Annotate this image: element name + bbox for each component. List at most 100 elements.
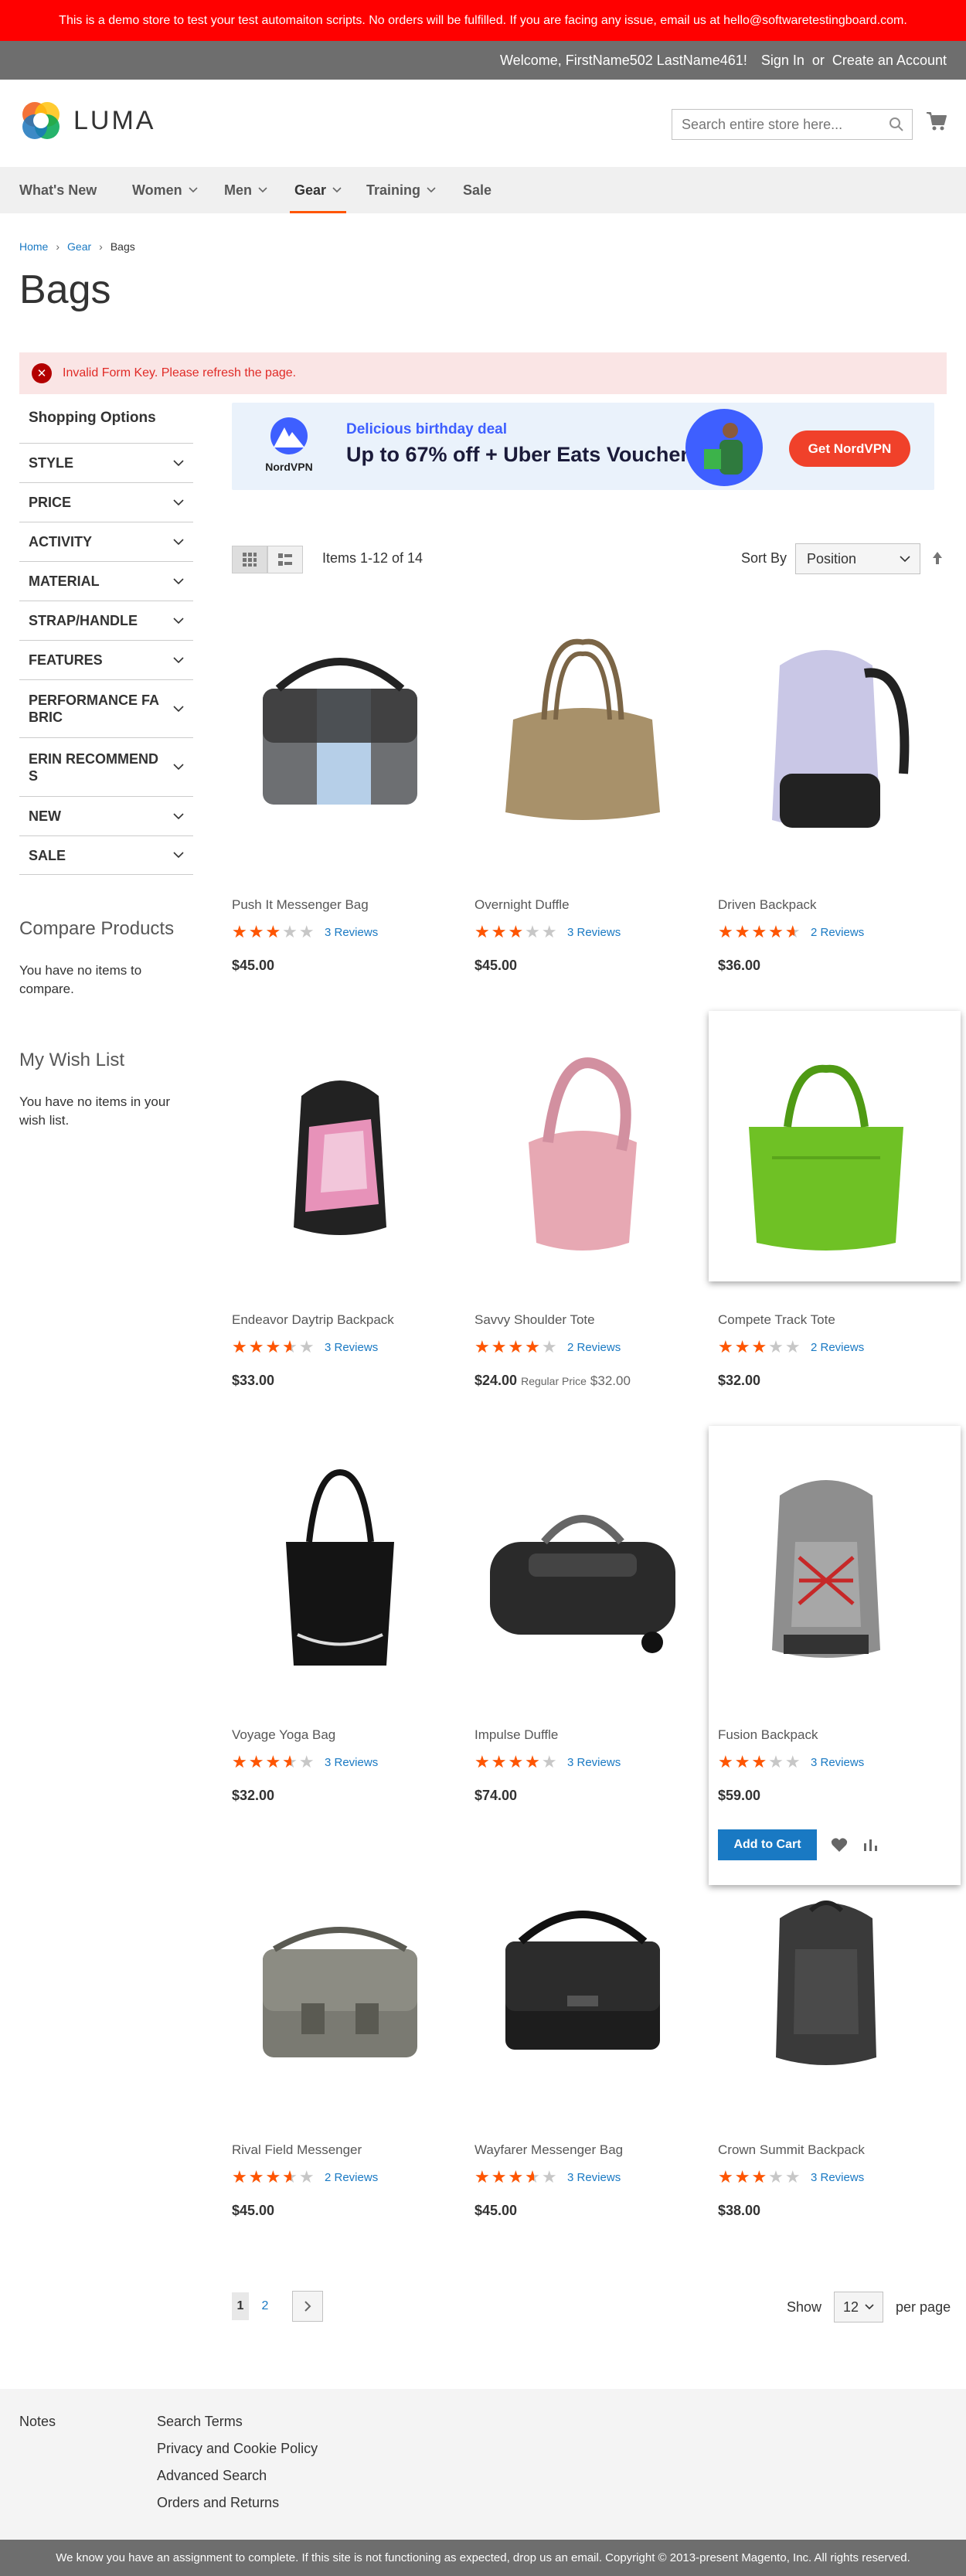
product-image-link[interactable] (232, 600, 448, 870)
get-nordvpn-button[interactable]: Get NordVPN (789, 430, 910, 467)
filter-sale[interactable]: Sale (19, 835, 193, 875)
product-image-link[interactable] (718, 1845, 934, 2115)
page-2-link[interactable]: 2 (257, 2292, 274, 2320)
product-name-link[interactable]: Endeavor Daytrip Backpack (232, 1312, 394, 1328)
product-item[interactable]: Impulse Duffle ★★★★★★★★★★ 3 Reviews $74.00 (474, 1430, 718, 1832)
product-image (490, 1515, 675, 1653)
cart-icon[interactable] (926, 111, 947, 132)
product-item[interactable]: Crown Summit Backpack ★★★★★★★★★★ 3 Reviews… (718, 1845, 961, 2247)
product-item[interactable]: Push It Messenger Bag ★★★★★★★★★★ 3 Reviews… (232, 600, 475, 1002)
search-icon[interactable] (889, 117, 904, 132)
nordvpn-ad-banner[interactable]: NordVPN Delicious birthday deal Up to 67… (232, 403, 934, 490)
footer-link-search-terms[interactable]: Search Terms (157, 2414, 318, 2430)
limiter-select[interactable]: 12 (834, 2292, 884, 2322)
product-item[interactable]: Driven Backpack ★★★★★ ★★★★★ 2 Reviews $36.00 (718, 600, 961, 1002)
product-image-link[interactable] (718, 1015, 934, 1285)
product-name-link[interactable]: Crown Summit Backpack (718, 2142, 865, 2158)
search-box[interactable] (672, 109, 913, 140)
product-price: $74.00 (474, 1788, 517, 1804)
product-rating: ★★★★★★★★★★ 3 Reviews (718, 1754, 864, 1771)
nav-item-gear[interactable]: Gear (289, 167, 347, 213)
reviews-link[interactable]: 3 Reviews (325, 1341, 378, 1354)
product-image-link[interactable] (718, 1430, 934, 1700)
nav-item-training[interactable]: Training (366, 167, 436, 213)
list-mode-button[interactable] (267, 546, 303, 573)
product-name-link[interactable]: Overnight Duffle (474, 897, 570, 913)
product-item[interactable]: Endeavor Daytrip Backpack ★★★★★★★★★★ 3 Rev… (232, 1015, 475, 1417)
reviews-link[interactable]: 3 Reviews (325, 1756, 378, 1769)
product-name-link[interactable]: Wayfarer Messenger Bag (474, 2142, 623, 2158)
product-item[interactable]: Savvy Shoulder Tote ★★★★★★★★★★ 2 Reviews $2… (474, 1015, 718, 1417)
reviews-link[interactable]: 3 Reviews (567, 2171, 621, 2184)
create-account-link[interactable]: Create an Account (832, 53, 947, 69)
nav-item-men[interactable]: Men (224, 167, 267, 213)
filter-activity[interactable]: Activity (19, 522, 193, 561)
filter-label: New (29, 808, 61, 824)
filter-material[interactable]: Material (19, 561, 193, 601)
or-text: or (811, 52, 825, 68)
final-price: $45.00 (232, 2203, 275, 2218)
reviews-link[interactable]: 3 Reviews (567, 926, 621, 939)
search-input[interactable] (672, 110, 873, 139)
regular-price: $32.00 (590, 1373, 631, 1388)
nav-item-women[interactable]: Women (132, 167, 198, 213)
reviews-link[interactable]: 3 Reviews (811, 2171, 864, 2184)
product-image-link[interactable] (474, 1015, 691, 1285)
product-name-link[interactable]: Rival Field Messenger (232, 2142, 362, 2158)
filter-price[interactable]: Price (19, 482, 193, 522)
chevron-down-icon (258, 187, 267, 193)
sort-by-select[interactable]: Position (795, 543, 920, 574)
filter-style[interactable]: Style (19, 443, 193, 482)
wishlist-text: You have no items in your wish list. (19, 1094, 170, 1128)
product-name-link[interactable]: Compete Track Tote (718, 1312, 835, 1328)
footer-link-privacy[interactable]: Privacy and Cookie Policy (157, 2441, 318, 2457)
breadcrumb-gear[interactable]: Gear (67, 240, 91, 253)
product-name-link[interactable]: Savvy Shoulder Tote (474, 1312, 595, 1328)
footer-link-orders-returns[interactable]: Orders and Returns (157, 2495, 318, 2511)
nav-label: What's New (19, 182, 97, 198)
list-icon (278, 553, 292, 566)
product-item[interactable]: Compete Track Tote ★★★★★★★★★★ 2 Reviews $32… (709, 1011, 961, 1388)
reviews-link[interactable]: 2 Reviews (567, 1341, 621, 1354)
filter-performance-fa-bric[interactable]: Performance Fa bric (19, 679, 193, 737)
breadcrumb-home[interactable]: Home (19, 240, 48, 253)
product-image-link[interactable] (232, 1845, 448, 2115)
filter-strap-handle[interactable]: Strap/Handle (19, 601, 193, 640)
sign-in-link[interactable]: Sign In (761, 53, 804, 69)
footer-link-advanced-search[interactable]: Advanced Search (157, 2468, 318, 2484)
product-item[interactable]: Fusion Backpack ★★★★★★★★★★ 3 Reviews $59.00… (709, 1426, 961, 1885)
product-name-link[interactable]: Voyage Yoga Bag (232, 1727, 335, 1743)
reviews-link[interactable]: 3 Reviews (325, 926, 378, 939)
filter-new[interactable]: New (19, 796, 193, 835)
main-navigation: What's New Women Men Gear Training Sale (0, 167, 966, 213)
product-image-link[interactable] (232, 1015, 448, 1285)
product-image-link[interactable] (474, 600, 691, 870)
filter-erin-recommend-s[interactable]: Erin Recommend s (19, 737, 193, 796)
product-item[interactable]: Overnight Duffle ★★★★★★★★★★ 3 Reviews $45.0… (474, 600, 718, 1002)
next-page-button[interactable] (292, 2291, 323, 2322)
chevron-down-icon (173, 577, 184, 584)
product-image-link[interactable] (474, 1845, 691, 2115)
reviews-link[interactable]: 2 Reviews (325, 2171, 378, 2184)
product-image-link[interactable] (718, 600, 934, 870)
logo[interactable]: LUMA (19, 99, 155, 142)
grid-mode-button[interactable] (232, 546, 267, 573)
reviews-link[interactable]: 3 Reviews (567, 1756, 621, 1769)
product-name-link[interactable]: Driven Backpack (718, 897, 817, 913)
sort-direction-arrow-icon[interactable] (931, 550, 944, 566)
reviews-link[interactable]: 2 Reviews (811, 926, 864, 939)
product-image-link[interactable] (474, 1430, 691, 1700)
reviews-link[interactable]: 3 Reviews (811, 1756, 864, 1769)
product-name-link[interactable]: Push It Messenger Bag (232, 897, 369, 913)
nav-item-sale[interactable]: Sale (463, 167, 492, 213)
product-image (505, 1911, 660, 2050)
product-item[interactable]: Voyage Yoga Bag ★★★★★★★★★★ 3 Reviews $32.00 (232, 1430, 475, 1832)
nav-item-whats-new[interactable]: What's New (19, 167, 97, 213)
product-name-link[interactable]: Fusion Backpack (718, 1727, 818, 1743)
product-name-link[interactable]: Impulse Duffle (474, 1727, 558, 1743)
product-item[interactable]: Rival Field Messenger ★★★★★★★★★★ 2 Reviews… (232, 1845, 475, 2247)
product-image-link[interactable] (232, 1430, 448, 1700)
product-item[interactable]: Wayfarer Messenger Bag ★★★★★★★★★★ 3 Review… (474, 1845, 718, 2247)
filter-features[interactable]: Features (19, 640, 193, 679)
reviews-link[interactable]: 2 Reviews (811, 1341, 864, 1354)
